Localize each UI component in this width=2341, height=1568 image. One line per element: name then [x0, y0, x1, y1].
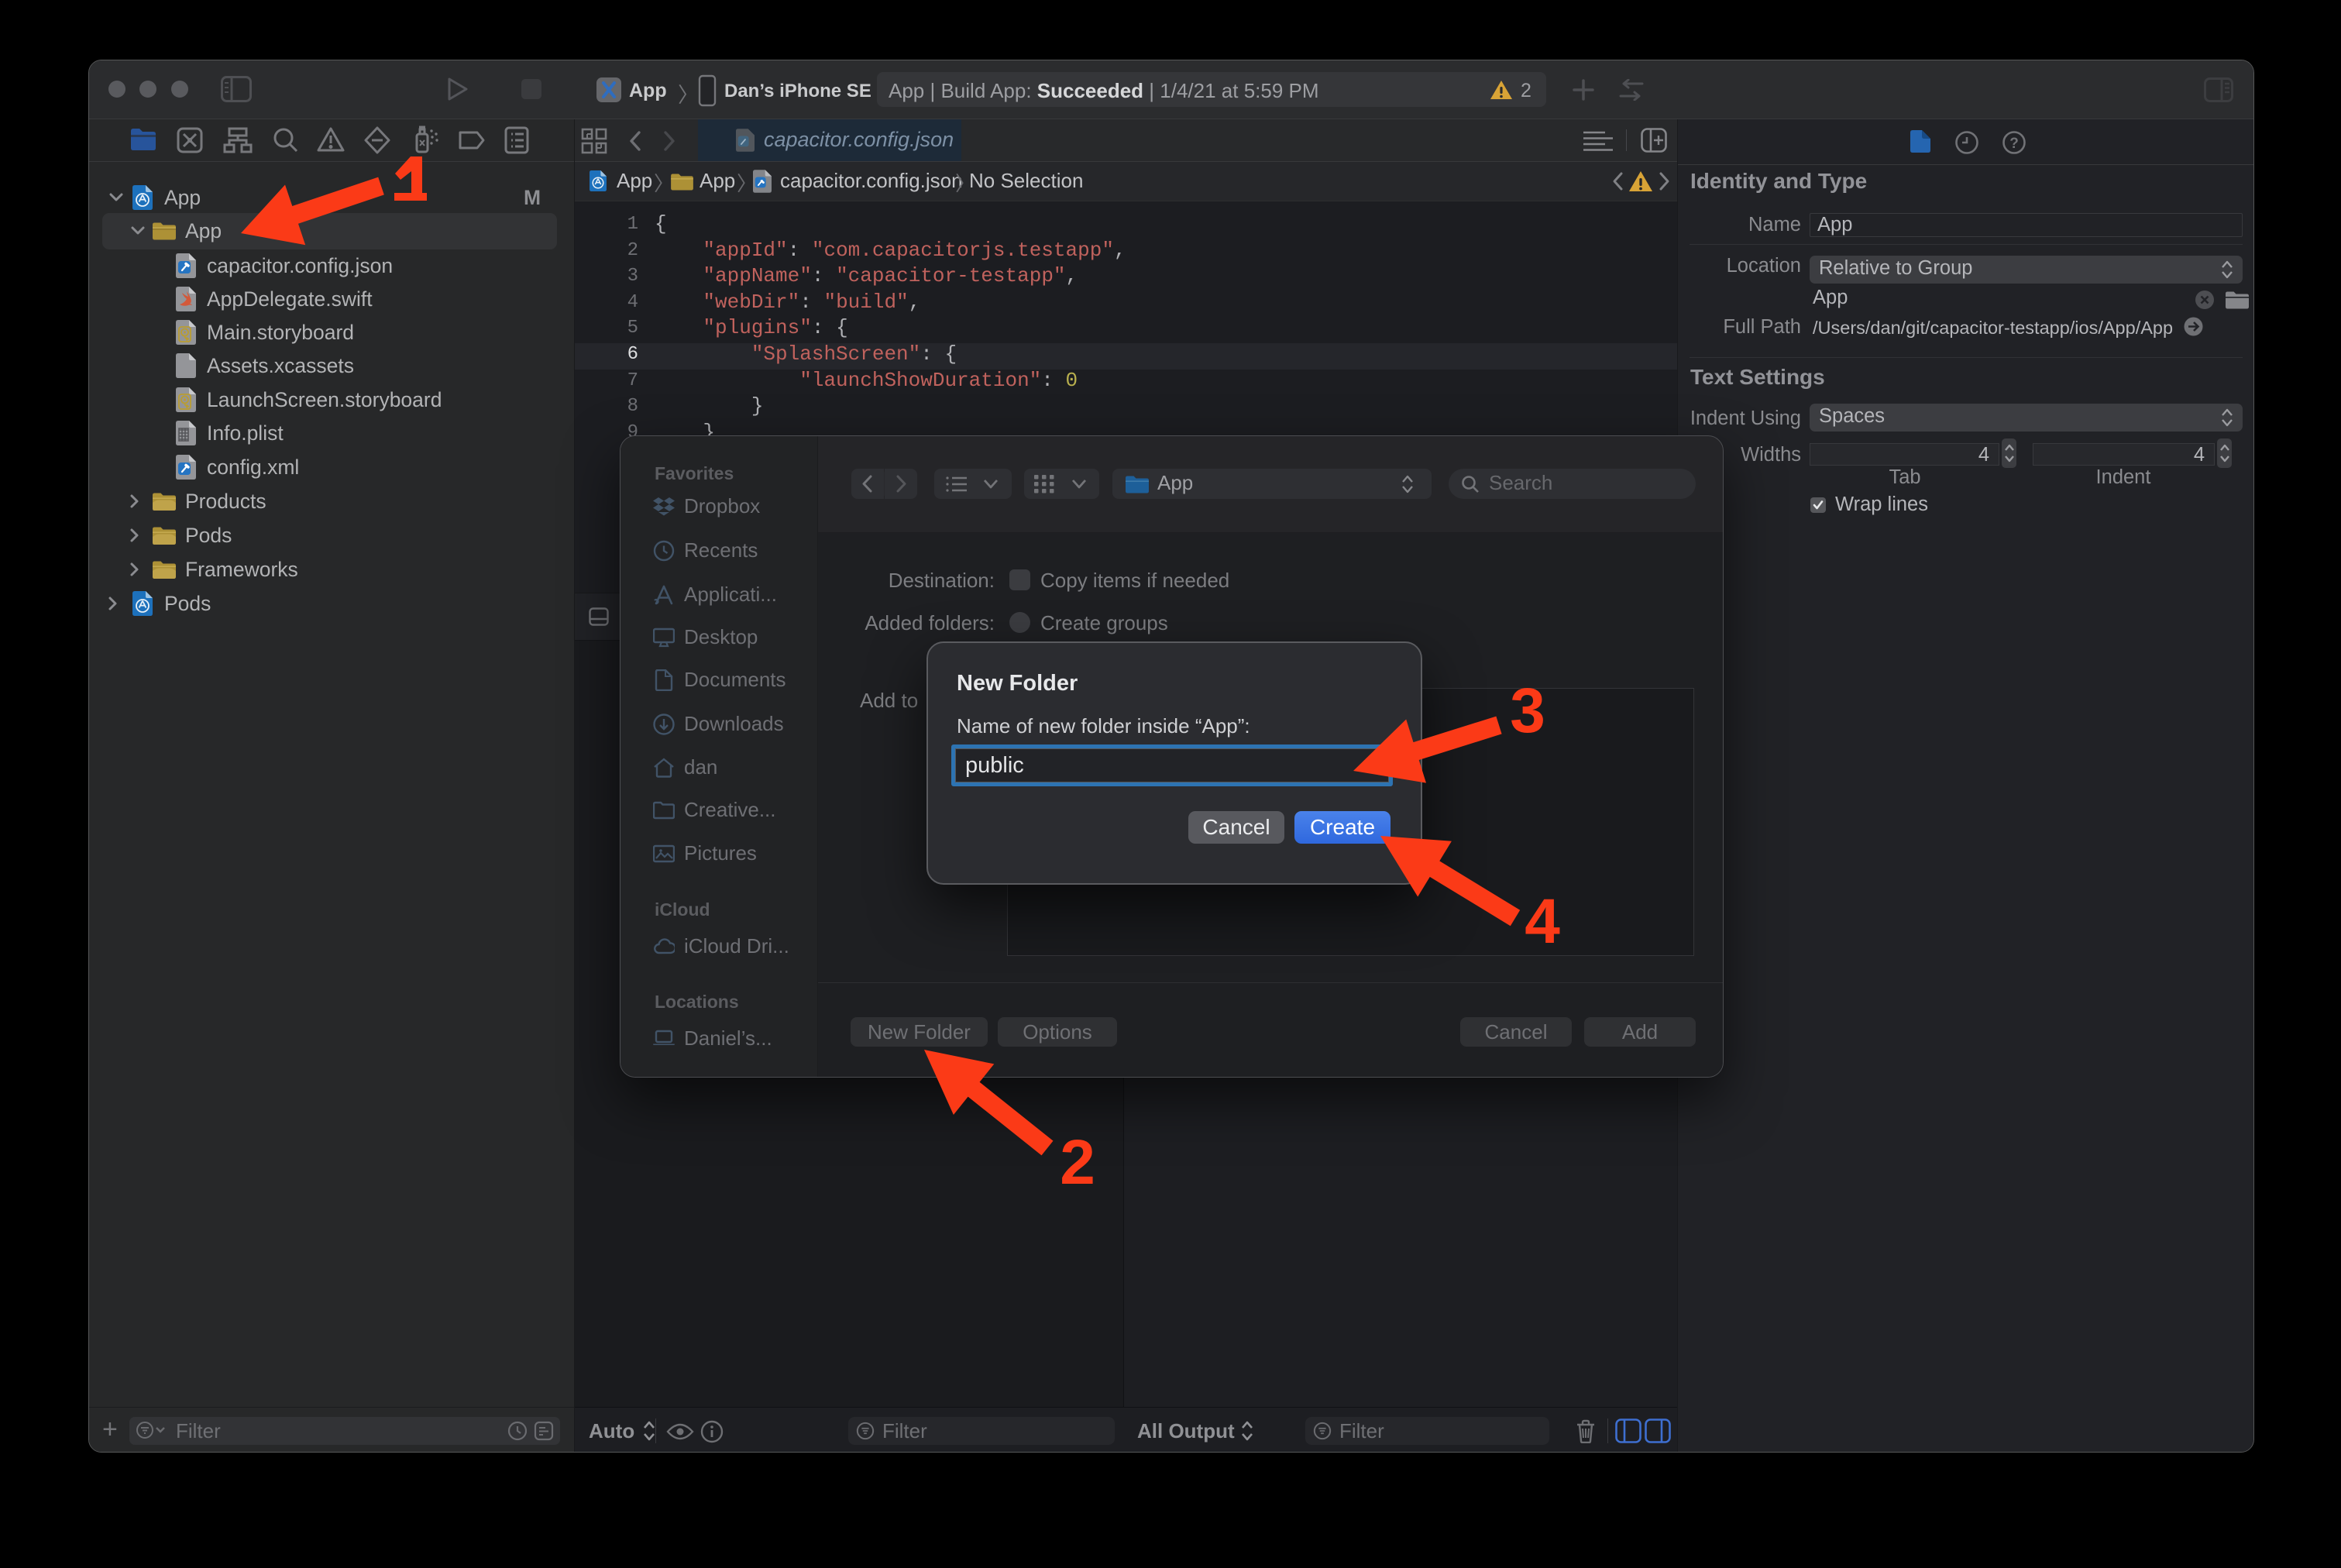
svg-text:3: 3 — [1510, 676, 1545, 746]
svg-text:4: 4 — [1525, 886, 1560, 957]
svg-text:2: 2 — [1060, 1127, 1095, 1198]
